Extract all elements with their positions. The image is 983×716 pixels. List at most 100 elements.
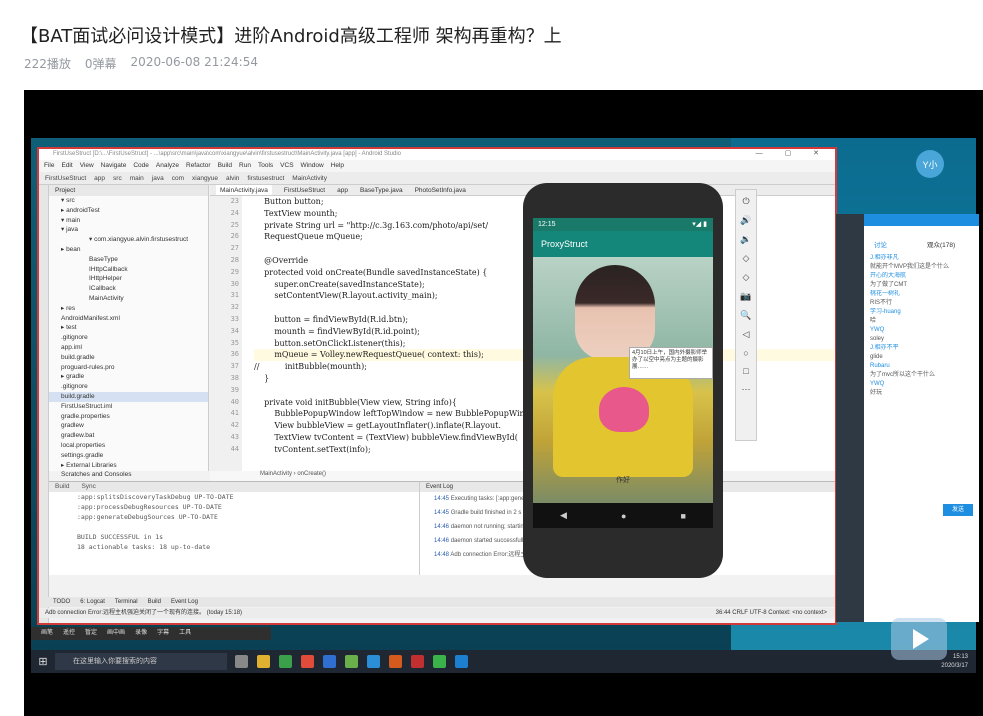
breadcrumb-item[interactable]: com — [172, 172, 184, 184]
tree-item[interactable]: ▸ gradle — [49, 372, 208, 382]
window-controls[interactable]: — ▢ ✕ — [756, 149, 829, 157]
chat-user-name[interactable]: 开心的大海航 — [870, 272, 976, 281]
menu-item[interactable]: View — [80, 160, 94, 172]
editor-tab[interactable]: FirstUseStruct — [284, 185, 325, 195]
editor-tab[interactable]: PhotoSetInfo.java — [415, 185, 466, 195]
tree-item[interactable]: gradlew.bat — [49, 431, 208, 441]
back-icon[interactable]: ◀ — [560, 510, 567, 521]
tree-item[interactable]: gradlew — [49, 421, 208, 431]
tree-item[interactable]: ▾ java — [49, 225, 208, 235]
menu-item[interactable]: Navigate — [101, 160, 127, 172]
tree-item[interactable]: AndroidManifest.xml — [49, 314, 208, 324]
tree-item[interactable]: Scratches and Consoles — [49, 470, 208, 480]
emulator-tool-icon[interactable]: 🔉 — [740, 234, 751, 245]
emulator-tool-icon[interactable]: 🔊 — [740, 215, 751, 226]
chat-user-name[interactable]: YWQ — [870, 326, 976, 335]
chat-user-name[interactable]: 桃花一树礼 — [870, 290, 976, 299]
chat-user-name[interactable]: J.相亦不平 — [870, 344, 976, 353]
menu-item[interactable]: Window — [301, 160, 324, 172]
tab-discussion[interactable]: 讨论 — [874, 239, 887, 249]
bottom-tab[interactable]: TODO — [53, 597, 70, 607]
menu-item[interactable]: VCS — [280, 160, 293, 172]
bottom-tab[interactable]: 6: Logcat — [80, 597, 105, 607]
emulator-tool-icon[interactable]: □ — [743, 366, 748, 376]
menu-item[interactable]: Code — [133, 160, 149, 172]
wechat-icon[interactable] — [433, 655, 446, 668]
video-player[interactable]: Y小 FirstUseStruct [D:\...\FirstUseStruct… — [24, 90, 983, 716]
tree-item[interactable]: .gitignore — [49, 382, 208, 392]
tree-item[interactable]: IHttpCallback — [49, 265, 208, 275]
emulator-tool-icon[interactable]: ◇ — [743, 253, 750, 264]
tree-item[interactable]: ▾ src — [49, 196, 208, 206]
photo-button[interactable]: 作好 — [583, 469, 663, 493]
recents-icon[interactable]: ■ — [681, 511, 686, 521]
quick-tool-button[interactable]: 画中画 — [107, 627, 125, 640]
chat-user-name[interactable]: Rubaru — [870, 362, 976, 371]
emulator-tool-icon[interactable]: 🔍 — [740, 310, 751, 321]
build-tab[interactable]: Build — [55, 482, 69, 492]
system-tray[interactable]: 15:13 2020/3/17 — [941, 653, 976, 671]
tree-item[interactable]: local.properties — [49, 441, 208, 451]
quick-tool-button[interactable]: 字幕 — [157, 627, 169, 640]
tree-item[interactable]: ▾ main — [49, 216, 208, 226]
editor-tab[interactable]: MainActivity.java — [216, 185, 272, 195]
tree-item[interactable]: ▸ bean — [49, 245, 208, 255]
app-icon[interactable] — [455, 655, 468, 668]
tree-item[interactable]: app.iml — [49, 343, 208, 353]
menu-item[interactable]: Edit — [61, 160, 72, 172]
app-icon[interactable] — [389, 655, 402, 668]
emulator-tool-icon[interactable]: ○ — [743, 348, 748, 358]
project-panel-header[interactable]: Project — [49, 185, 208, 196]
breadcrumb-item[interactable]: FirstUseStruct — [45, 172, 86, 184]
menu-item[interactable]: Tools — [258, 160, 273, 172]
tree-item[interactable]: build.gradle — [49, 353, 208, 363]
start-icon[interactable]: ⊞ — [31, 655, 55, 668]
menu-item[interactable]: Run — [239, 160, 251, 172]
tree-item[interactable]: ▸ res — [49, 304, 208, 314]
tree-item[interactable]: BaseType — [49, 255, 208, 265]
browser-icon[interactable] — [301, 655, 314, 668]
menu-item[interactable]: File — [44, 160, 54, 172]
app-icon[interactable] — [323, 655, 336, 668]
chat-user-name[interactable]: YWQ — [870, 380, 976, 389]
bottom-tab[interactable]: Event Log — [171, 597, 198, 607]
emulator-tool-icon[interactable]: ◇ — [743, 272, 750, 283]
emulator-tool-icon[interactable]: ⏻ — [742, 196, 749, 207]
app-icon[interactable] — [279, 655, 292, 668]
app-icon[interactable] — [411, 655, 424, 668]
folder-icon[interactable] — [257, 655, 270, 668]
tree-item[interactable]: IHttpHelper — [49, 274, 208, 284]
tree-item[interactable]: ▸ External Libraries — [49, 461, 208, 471]
phone-screen[interactable]: 12:15 ▾◢ ▮ ProxyStruct 4月10日上午，国内外摄影师举办了… — [533, 218, 713, 528]
editor-tab[interactable]: BaseType.java — [360, 185, 403, 195]
chat-sidebar[interactable] — [836, 214, 864, 622]
app-icon[interactable] — [367, 655, 380, 668]
taskbar-search[interactable]: 在这里输入你要搜索的内容 — [55, 653, 227, 670]
breadcrumb-item[interactable]: app — [94, 172, 105, 184]
app-icon[interactable] — [345, 655, 358, 668]
quick-tool-button[interactable]: 遥控 — [63, 627, 75, 640]
breadcrumb-item[interactable]: alvin — [226, 172, 239, 184]
quick-tool-button[interactable]: 画笔 — [41, 627, 53, 640]
tab-audience[interactable]: 观众(178) — [927, 239, 955, 249]
menu-item[interactable]: Build — [218, 160, 232, 172]
quick-tool-button[interactable]: 工具 — [179, 627, 191, 640]
tree-item[interactable]: ▸ androidTest — [49, 206, 208, 216]
home-icon[interactable]: ● — [621, 511, 626, 521]
bottom-tab[interactable]: Terminal — [115, 597, 138, 607]
tree-item[interactable]: MainActivity — [49, 294, 208, 304]
app-icon[interactable] — [235, 655, 248, 668]
tree-item[interactable]: proguard-rules.pro — [49, 363, 208, 373]
tree-item[interactable]: .gitignore — [49, 333, 208, 343]
tree-item[interactable]: gradle.properties — [49, 412, 208, 422]
chat-user-name[interactable]: J.相亦非凡 — [870, 254, 976, 263]
emulator-tool-icon[interactable]: ◁ — [743, 329, 750, 340]
breadcrumb-item[interactable]: src — [113, 172, 122, 184]
tree-item[interactable]: ▸ test — [49, 323, 208, 333]
tree-item[interactable]: build.gradle — [49, 391, 208, 402]
send-button[interactable]: 发送 — [943, 504, 973, 516]
menu-item[interactable]: Analyze — [156, 160, 179, 172]
menu-item[interactable]: Refactor — [186, 160, 211, 172]
tree-item[interactable]: ICallback — [49, 284, 208, 294]
editor-tab[interactable]: app — [337, 185, 348, 195]
